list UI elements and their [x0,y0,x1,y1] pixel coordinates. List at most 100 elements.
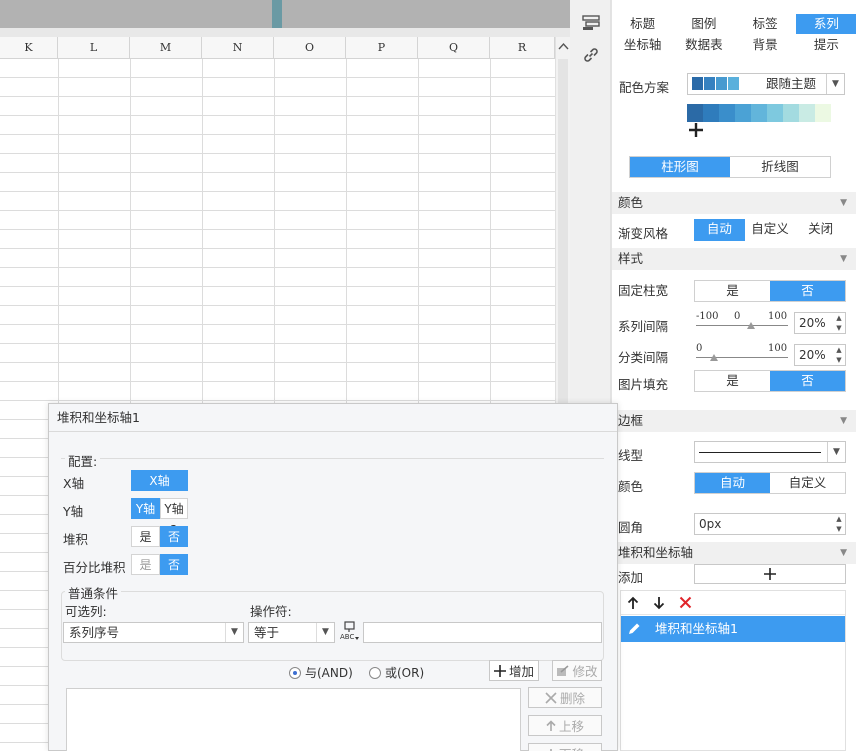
color-palette[interactable] [687,104,831,122]
chevron-down-icon[interactable]: ▼ [840,192,847,214]
gradient-option-1[interactable]: 自定义 [744,219,796,241]
column-header-p[interactable]: P [346,37,418,59]
column-header-k[interactable]: K [0,37,58,59]
delete-condition-button[interactable]: 删除 [528,687,602,708]
arrow-down-icon[interactable] [653,596,665,613]
color-scheme-dropdown[interactable]: 跟随主题 ▼ [687,73,845,95]
color-swatch[interactable] [735,104,751,122]
category-gap-slider[interactable]: 0 100 [696,342,788,370]
border-color-option-0[interactable]: 自动 [695,473,770,493]
chevron-down-icon[interactable]: ▼ [826,74,844,94]
column-header-q[interactable]: Q [418,37,490,59]
stack-option-0[interactable]: 是 [131,526,160,547]
border-section-header[interactable]: 边框 ▼ [612,410,856,432]
stepper-arrows-icon[interactable]: ▲ ▼ [833,514,845,534]
chevron-down-icon[interactable]: ▼ [840,248,847,270]
color-swatch[interactable] [704,77,715,90]
plus-icon[interactable] [688,122,704,141]
stepper-arrows-icon[interactable]: ▲ ▼ [833,345,845,365]
tab-3[interactable]: 系列 [795,14,856,34]
column-header-l[interactable]: L [58,37,130,59]
add-stack-button[interactable] [694,564,846,584]
tab-1[interactable]: 图例 [673,14,734,34]
tab-0[interactable]: 标题 [612,14,673,34]
chevron-down-icon[interactable]: ▼ [827,442,845,462]
percent-stack-option-0[interactable]: 是 [131,554,160,575]
move-down-button[interactable]: 下移 [528,743,602,751]
border-section-title: 边框 [618,413,644,428]
border-color-label: 颜色 [618,479,644,494]
and-radio[interactable]: 与(AND) [289,664,353,681]
image-fill-option-0[interactable]: 是 [695,371,770,391]
color-swatch[interactable] [687,104,703,122]
style-section-header[interactable]: 样式 ▼ [612,248,856,270]
gradient-option-2[interactable]: 关闭 [795,219,847,241]
percent-stack-option-1[interactable]: 否 [160,554,188,575]
color-swatch[interactable] [692,77,703,90]
column-select[interactable]: 系列序号 ▼ [63,622,244,643]
color-swatch[interactable] [751,104,767,122]
line-type-dropdown[interactable]: ▼ [694,441,846,463]
y-axis-option-1[interactable]: Y轴2 [160,498,188,537]
stepper-arrows-icon[interactable]: ▲ ▼ [833,313,845,333]
chevron-down-icon[interactable]: ▼ [225,623,243,642]
move-up-button[interactable]: 上移 [528,715,602,736]
add-condition-button[interactable]: 增加 [489,660,539,681]
chevron-up-icon[interactable] [558,42,569,53]
corner-radius-stepper[interactable]: 0px ▲ ▼ [694,513,846,535]
column-header-m[interactable]: M [130,37,202,59]
chart-type-option-0[interactable]: 柱形图 [630,157,730,177]
color-swatch[interactable] [716,77,727,90]
color-swatch[interactable] [799,104,815,122]
fixed-width-option-1[interactable]: 否 [770,281,845,301]
move-up-label: 上移 [558,719,584,734]
edit-icon[interactable] [626,621,642,640]
category-gap-stepper[interactable]: 20% ▲ ▼ [794,344,846,366]
color-swatch[interactable] [703,104,719,122]
slider-knob[interactable] [710,354,719,361]
y-axis-option-0[interactable]: Y轴 [131,498,160,519]
image-fill-option-1[interactable]: 否 [770,371,845,391]
tab-1[interactable]: 数据表 [673,35,734,55]
scrollbar-thumb[interactable] [558,59,568,439]
stack-option-1[interactable]: 否 [160,526,188,547]
fixed-width-option-0[interactable]: 是 [695,281,770,301]
column-header-r[interactable]: R [490,37,555,59]
or-radio[interactable]: 或(OR) [369,664,424,681]
chevron-down-icon[interactable]: ▼ [316,623,334,642]
x-axis-option-0[interactable]: X轴 [131,470,188,491]
slider-knob[interactable] [747,322,756,329]
condition-list[interactable] [66,688,521,751]
cell-properties-icon[interactable] [580,12,602,34]
chevron-down-icon[interactable]: ▼ [840,542,847,564]
formula-abc-icon[interactable]: ABC [340,620,360,645]
tab-2[interactable]: 背景 [735,35,796,55]
tab-0[interactable]: 坐标轴 [612,35,673,55]
color-swatch[interactable] [783,104,799,122]
color-swatch[interactable] [767,104,783,122]
border-color-option-1[interactable]: 自定义 [770,473,845,493]
arrow-up-icon[interactable] [627,596,639,613]
condition-value-input[interactable] [363,622,602,643]
color-swatch[interactable] [815,104,831,122]
gradient-option-0[interactable]: 自动 [694,219,745,241]
color-swatch[interactable] [728,77,739,90]
link-icon[interactable] [580,44,602,66]
column-header-n[interactable]: N [202,37,274,59]
modify-condition-button[interactable]: 修改 [552,660,602,681]
series-gap-stepper[interactable]: 20% ▲ ▼ [794,312,846,334]
stack-section-header[interactable]: 堆积和坐标轴 ▼ [612,542,856,564]
chevron-down-icon[interactable]: ▼ [840,410,847,432]
tab-row-2: 坐标轴 数据表 背景 提示 [612,35,856,55]
delete-icon[interactable] [679,596,692,612]
tab-3[interactable]: 提示 [796,35,856,55]
operator-select[interactable]: 等于 ▼ [248,622,335,643]
series-gap-slider[interactable]: -100 0 100 [696,310,788,338]
slider-track[interactable] [696,325,788,326]
tab-2[interactable]: 标签 [735,14,796,34]
stack-list-item[interactable]: 堆积和坐标轴1 [621,616,845,642]
chart-type-option-1[interactable]: 折线图 [730,157,830,177]
column-header-o[interactable]: O [274,37,346,59]
color-section-header[interactable]: 颜色 ▼ [612,192,856,214]
color-swatch[interactable] [719,104,735,122]
